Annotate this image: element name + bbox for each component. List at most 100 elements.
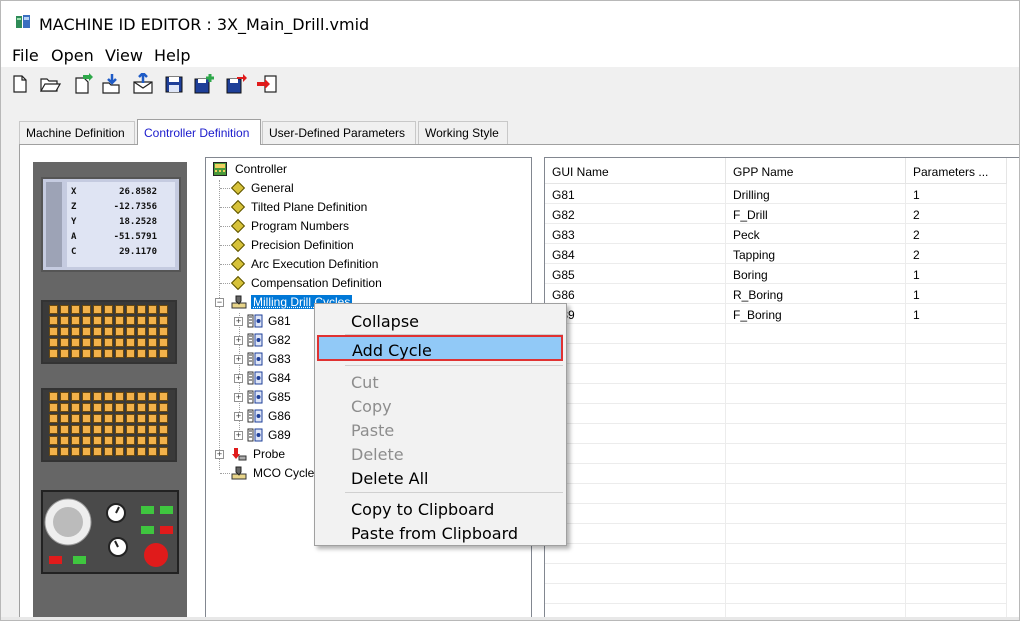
- tab-working-style[interactable]: Working Style: [418, 121, 508, 144]
- expand-icon[interactable]: +: [234, 431, 243, 440]
- controller-key: [82, 436, 91, 445]
- menu-item-paste-from-clipboard[interactable]: Paste from Clipboard: [315, 520, 566, 544]
- menu-item-collapse[interactable]: Collapse: [315, 308, 566, 332]
- menu-item-copy-to-clipboard[interactable]: Copy to Clipboard: [315, 496, 566, 520]
- column-header-gui-name[interactable]: GUI Name: [545, 158, 726, 184]
- tree-node-arc-execution[interactable]: Arc Execution Definition: [216, 255, 416, 274]
- controller-key: [71, 327, 80, 336]
- tree-node-compensation[interactable]: Compensation Definition: [216, 274, 416, 293]
- save-icon[interactable]: [163, 73, 185, 95]
- empty-row: [545, 344, 1007, 364]
- controller-key: [126, 349, 135, 358]
- controller-key: [60, 403, 69, 412]
- tree-label: G81: [268, 314, 291, 328]
- controller-key: [93, 316, 102, 325]
- controller-key: [49, 425, 58, 434]
- controller-key: [148, 305, 157, 314]
- export-icon[interactable]: [132, 71, 154, 95]
- expand-icon[interactable]: +: [234, 393, 243, 402]
- import-icon[interactable]: [101, 73, 123, 95]
- column-header-gpp-name[interactable]: GPP Name: [726, 158, 906, 184]
- expand-icon[interactable]: +: [234, 336, 243, 345]
- grid-scrollbar[interactable]: [1007, 158, 1019, 620]
- empty-row: [545, 524, 1007, 544]
- menu-view[interactable]: View: [105, 46, 143, 65]
- controller-key: [104, 327, 113, 336]
- controller-keypad-top: [41, 300, 177, 364]
- controller-key: [159, 349, 168, 358]
- tree-node-precision[interactable]: Precision Definition: [216, 236, 416, 255]
- new-file-icon[interactable]: [9, 73, 31, 95]
- controller-key: [148, 392, 157, 401]
- controller-key: [60, 414, 69, 423]
- table-row[interactable]: G83 Peck 2: [545, 224, 1007, 244]
- controller-key: [115, 305, 124, 314]
- controller-key: [60, 338, 69, 347]
- tree-node-program-numbers[interactable]: Program Numbers: [216, 217, 416, 236]
- controller-key: [126, 403, 135, 412]
- tree-node-general[interactable]: General: [216, 179, 416, 198]
- expand-icon[interactable]: +: [234, 317, 243, 326]
- controller-key: [71, 403, 80, 412]
- cycles-grid[interactable]: GUI Name GPP Name Parameters ... G81 Dri…: [544, 157, 1019, 620]
- controller-key: [137, 316, 146, 325]
- controller-key: [49, 327, 58, 336]
- tab-controller-definition[interactable]: Controller Definition: [137, 119, 261, 145]
- table-row[interactable]: G84 Tapping 2: [545, 244, 1007, 264]
- exit-icon[interactable]: [256, 73, 278, 95]
- controller-handwheel-panel: [41, 490, 179, 574]
- tab-user-defined-parameters[interactable]: User-Defined Parameters: [262, 121, 416, 144]
- controller-screen: X 26.8582 Z -12.7356 Y 18.2528 A -51.5791 C2…: [41, 177, 181, 272]
- controller-key: [82, 338, 91, 347]
- expand-icon[interactable]: +: [234, 355, 243, 364]
- controller-key: [126, 447, 135, 456]
- table-row[interactable]: G82 F_Drill 2: [545, 204, 1007, 224]
- menu-help[interactable]: Help: [154, 46, 190, 65]
- menu-file[interactable]: File: [12, 46, 39, 65]
- controller-key: [104, 316, 113, 325]
- open-folder-icon[interactable]: [39, 73, 62, 95]
- controller-key: [82, 414, 91, 423]
- new-from-template-icon[interactable]: [71, 73, 93, 95]
- save-as-icon[interactable]: [225, 73, 247, 95]
- menu-item-add-cycle[interactable]: Add Cycle: [317, 335, 563, 361]
- expand-icon[interactable]: +: [215, 450, 224, 459]
- menu-item-paste: Paste: [351, 421, 395, 440]
- controller-key: [115, 436, 124, 445]
- table-row[interactable]: G85 Boring 1: [545, 264, 1007, 284]
- empty-row: [545, 584, 1007, 604]
- controller-key: [137, 349, 146, 358]
- controller-key: [93, 414, 102, 423]
- app-window: MACHINE ID EDITOR : 3X_Main_Drill.vmid F…: [0, 0, 1020, 621]
- controller-keypad-bottom: [41, 388, 177, 462]
- expand-icon[interactable]: +: [234, 374, 243, 383]
- controller-key: [71, 447, 80, 456]
- column-header-parameters[interactable]: Parameters ...: [906, 158, 1007, 184]
- tree-label: G82: [268, 333, 291, 347]
- controller-key: [115, 414, 124, 423]
- tree-node-tilted-plane[interactable]: Tilted Plane Definition: [216, 198, 416, 217]
- collapse-icon[interactable]: −: [215, 298, 224, 307]
- probe-icon: [232, 448, 247, 461]
- table-row[interactable]: G89 F_Boring 1: [545, 304, 1007, 324]
- controller-key: [115, 425, 124, 434]
- expand-icon[interactable]: +: [234, 412, 243, 421]
- tree-node-controller[interactable]: Controller: [210, 160, 410, 179]
- tab-machine-definition[interactable]: Machine Definition: [19, 121, 135, 144]
- controller-key: [126, 414, 135, 423]
- controller-key: [148, 436, 157, 445]
- table-row[interactable]: G86 R_Boring 1: [545, 284, 1007, 304]
- controller-key: [93, 425, 102, 434]
- save-add-icon[interactable]: [193, 73, 215, 95]
- controller-key: [104, 414, 113, 423]
- cycle-icon: [247, 409, 263, 423]
- grid-header: GUI Name GPP Name Parameters ...: [545, 158, 1019, 184]
- setting-diamond-icon: [230, 180, 246, 196]
- table-row[interactable]: G81 Drilling 1: [545, 184, 1007, 204]
- setting-diamond-icon: [230, 218, 246, 234]
- tree-label: Tilted Plane Definition: [251, 200, 368, 214]
- empty-row: [545, 324, 1007, 344]
- controller-key: [93, 338, 102, 347]
- menu-item-delete-all[interactable]: Delete All: [315, 465, 566, 489]
- menu-open[interactable]: Open: [51, 46, 94, 65]
